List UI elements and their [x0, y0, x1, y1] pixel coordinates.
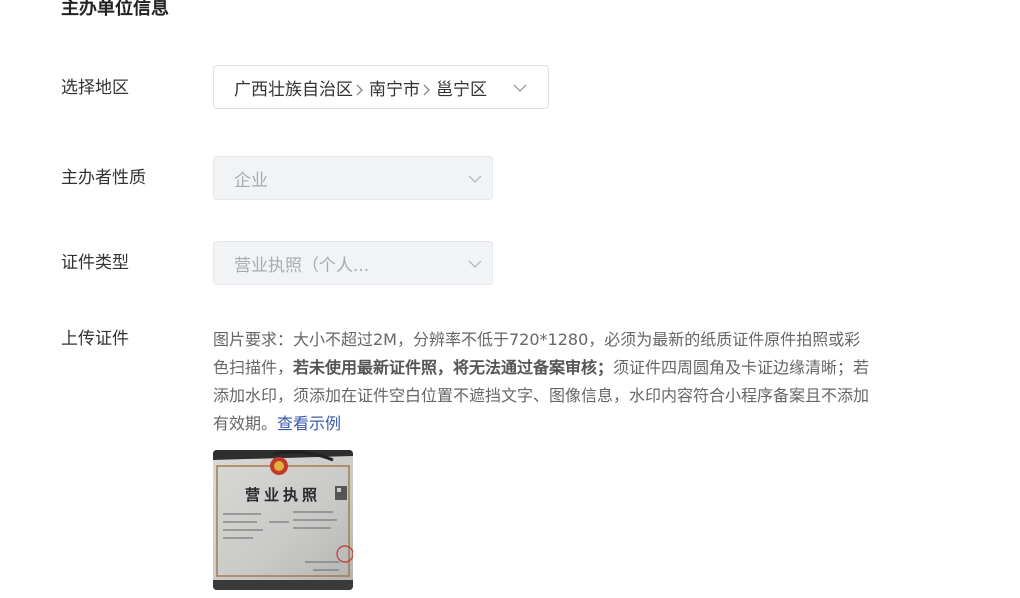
- sponsor-type-value: 企业: [234, 170, 268, 191]
- sponsor-type-label: 主办者性质: [61, 168, 146, 188]
- chevron-right-icon: [423, 84, 430, 96]
- uploaded-certificate-thumbnail[interactable]: 营业执照: [213, 450, 353, 590]
- region-select[interactable]: 广西壮族自治区 南宁市 邕宁区: [213, 65, 549, 109]
- upload-requirements: 图片要求：大小不超过2M，分辨率不低于720*1280，必须为最新的纸质证件原件…: [213, 326, 873, 438]
- chevron-down-icon: [468, 175, 482, 183]
- region-city: 南宁市: [369, 79, 420, 100]
- cert-type-select[interactable]: 营业执照（个人...: [213, 241, 493, 285]
- cert-type-value: 营业执照（个人...: [234, 255, 370, 276]
- requirements-warning: 若未使用最新证件照，将无法通过备案审核；: [293, 358, 614, 377]
- region-label: 选择地区: [61, 78, 129, 98]
- chevron-down-icon: [513, 84, 527, 92]
- sponsor-type-select[interactable]: 企业: [213, 156, 493, 200]
- upload-label: 上传证件: [61, 329, 129, 349]
- section-title: 主办单位信息: [61, 0, 169, 19]
- region-district: 邕宁区: [436, 79, 487, 100]
- sponsor-info-form: 主办单位信息 选择地区 广西壮族自治区 南宁市 邕宁区 主办者性质 企业 证件类…: [0, 0, 1020, 598]
- thumb-title: 营业执照: [245, 486, 321, 504]
- business-license-image: 营业执照: [213, 450, 353, 590]
- region-province: 广西壮族自治区: [234, 79, 353, 100]
- chevron-right-icon: [356, 84, 363, 96]
- cert-type-label: 证件类型: [61, 253, 129, 273]
- view-example-link[interactable]: 查看示例: [277, 414, 341, 433]
- chevron-down-icon: [468, 260, 482, 268]
